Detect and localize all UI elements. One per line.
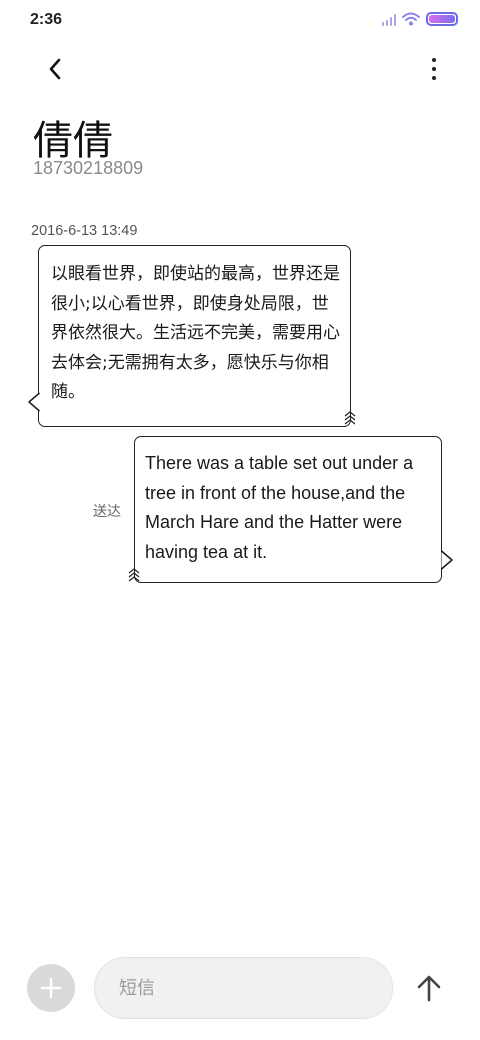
message-timestamp: 2016-6-13 13:49 <box>31 223 138 239</box>
delivery-status: 送达 <box>93 504 121 520</box>
outgoing-message-text: There was a table set out under a tree i… <box>145 453 414 562</box>
outgoing-message-bubble[interactable]: There was a table set out under a tree i… <box>134 436 442 583</box>
status-icons <box>381 12 458 26</box>
signal-icon <box>381 13 396 26</box>
back-button[interactable] <box>38 52 72 86</box>
composer-bar <box>0 955 480 1023</box>
send-button[interactable] <box>413 971 445 1005</box>
arrow-up-icon <box>417 975 441 1002</box>
expand-chevrons-icon <box>344 411 356 425</box>
incoming-message-bubble[interactable]: 以眼看世界，即使站的最高，世界还是很小;以心看世界，即使身处局限，世界依然很大。… <box>38 245 351 427</box>
chevron-left-icon <box>49 58 61 80</box>
add-attachment-button[interactable] <box>27 964 75 1012</box>
message-input[interactable] <box>94 957 393 1019</box>
plus-icon <box>40 977 62 999</box>
incoming-message-text: 以眼看世界，即使站的最高，世界还是很小;以心看世界，即使身处局限，世界依然很大。… <box>51 264 340 402</box>
more-vertical-icon <box>432 58 436 62</box>
status-bar: 2:36 <box>0 0 480 42</box>
expand-chevrons-icon <box>128 568 140 582</box>
status-time: 2:36 <box>30 11 63 28</box>
more-options-button[interactable] <box>424 52 444 86</box>
incoming-bubble-tail <box>28 392 41 412</box>
outgoing-bubble-tail <box>440 550 453 570</box>
battery-icon <box>426 12 458 26</box>
wifi-icon <box>402 12 420 26</box>
contact-number: 18730218809 <box>33 158 144 178</box>
